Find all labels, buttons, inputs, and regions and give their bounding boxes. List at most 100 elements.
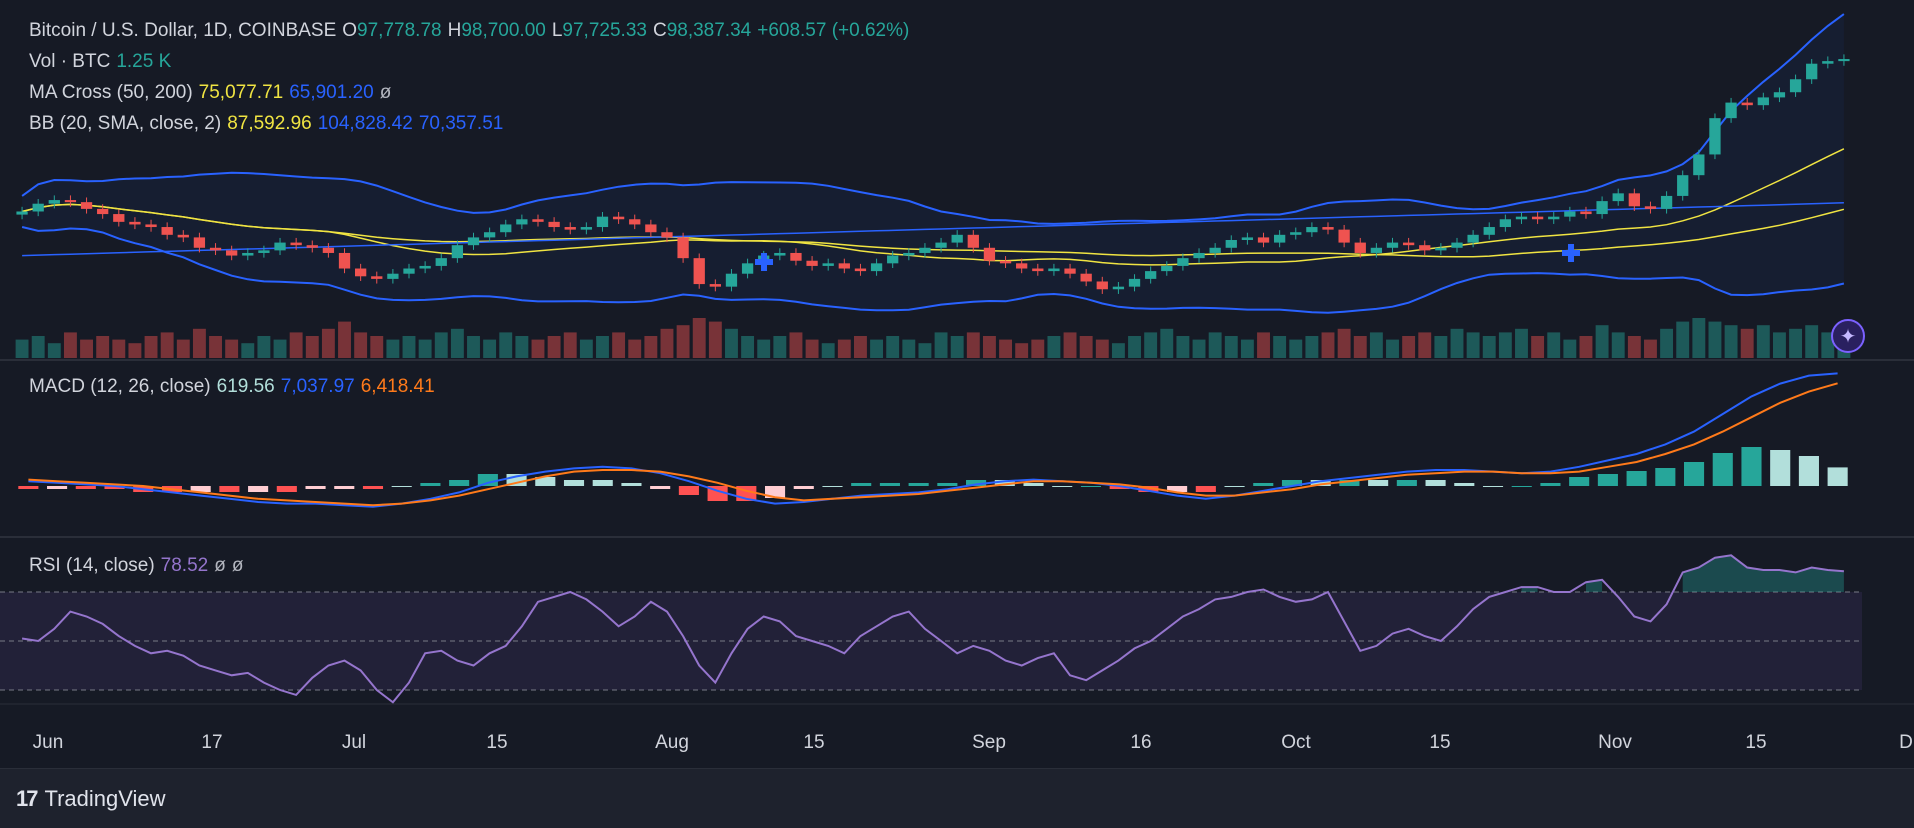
candle-body [1580,211,1592,215]
candle-body [1257,237,1270,243]
volume-bar [628,339,642,358]
volume-bar [1128,336,1141,358]
volume-bar [1498,332,1512,358]
volume-bar [1756,325,1770,358]
macd-histogram-bar [1798,456,1819,486]
low-label: L [551,20,563,41]
macd-signal-value: 6,418.41 [360,376,435,397]
candle-body [1838,59,1850,62]
macd-histogram-bar [1683,462,1705,486]
ma-cross-label[interactable]: MA Cross (50, 200) [29,82,193,103]
volume-bar [1611,332,1625,358]
macd-histogram-bar [1080,486,1102,487]
sparkle-icon[interactable]: ✦ [1840,324,1857,348]
symbol-label[interactable]: Bitcoin / U.S. Dollar, 1D, COINBASE [29,20,336,41]
volume-bar [1789,328,1803,358]
macd-signal-line [28,382,1838,507]
macd-histogram-bar [362,486,384,489]
candle-body [612,216,625,220]
candle-body [596,216,609,228]
volume-bar [596,336,609,358]
candle-body [354,268,367,277]
rsi-label[interactable]: RSI (14, close) [29,555,155,576]
bollinger-lower-value: 70,357.51 [418,113,504,134]
macd-histogram-bar [1052,486,1073,487]
candle-body [645,224,657,233]
volume-bar [1805,325,1819,358]
macd-histogram-bar [650,486,671,489]
macd-histogram-bar [1540,483,1561,486]
volume-bar [354,332,368,358]
candle-body [1096,281,1108,290]
x-axis-tick-label: 15 [486,732,507,753]
macd-histogram-bar [1195,486,1216,492]
volume-bar [966,332,980,358]
candle-body [64,200,77,203]
x-axis-tick-label: Jul [342,732,366,753]
volume-bar [434,332,448,358]
macd-histogram-bar [908,483,929,486]
volume-bar [725,328,738,358]
candle-body [806,260,818,266]
volume-bar [209,336,222,358]
candle-body [661,232,673,238]
volume-bar [1772,332,1786,358]
volume-bar [1031,339,1045,358]
candle-body [548,221,560,228]
volume-label[interactable]: Vol · BTC [29,51,110,72]
volume-bar [644,336,658,358]
volume-bar [1321,332,1335,358]
candle-body [403,268,415,274]
macd-histogram-bar [1741,447,1762,486]
volume-bar [1063,332,1077,358]
candle-body [500,224,512,233]
volume-bar [515,336,529,358]
candle-body [870,263,883,272]
macd-histogram-bar [391,486,412,487]
volume-bar [1482,336,1496,358]
candle-body [1628,193,1640,207]
candle-body [1709,118,1721,155]
x-axis-tick-label: Jun [33,732,64,753]
change-value: +608.57 (+0.62%) [757,20,910,41]
tradingview-logo-icon: 17 [16,786,39,811]
candle-body [1596,201,1608,215]
volume-bar [1627,336,1641,358]
bollinger-band-fill [22,14,1844,313]
candle-body [1048,268,1060,272]
macd-label[interactable]: MACD (12, 26, close) [29,376,211,397]
candle-body [467,237,480,246]
candle-body [1209,247,1221,253]
volume-bar [144,336,158,358]
volume-bar [1111,343,1125,358]
volume-bar [612,332,626,358]
candle-body [1370,247,1383,253]
volume-bar [531,339,545,358]
x-axis-tick-label: Nov [1598,732,1632,753]
volume-bar [418,339,432,358]
candle-body [1080,273,1092,282]
volume-bar [1289,339,1303,358]
candle-body [1177,258,1189,266]
volume-bar [80,339,94,358]
tradingview-brand[interactable]: 17 TradingView [16,784,166,814]
candle-body [774,252,786,256]
candle-body [193,237,206,248]
ma-slow-value: 65,901.20 [289,82,374,103]
candle-body [258,250,270,253]
candle-body [419,265,431,269]
macd-histogram-bar [1511,486,1532,487]
volume-bar [982,336,996,358]
volume-bar [160,332,174,358]
macd-histogram-bar [276,486,297,492]
volume-bar [660,328,674,358]
rsi-extra-value: ø [231,555,244,576]
chart-area[interactable]: ✦ Jun 17 Jul 15 Aug 15 Sep 16 Oct 15 Nov 15 D Bitcoin… [0,0,1914,769]
candle-body [887,255,899,264]
macd-histogram-bar [1368,480,1389,486]
bollinger-label[interactable]: BB (20, SMA, close, 2) [29,113,221,134]
x-axis-tick-label: 15 [1429,732,1450,753]
candle-body [951,234,963,243]
macd-histogram-bar [678,486,699,495]
candle-body [822,263,834,266]
